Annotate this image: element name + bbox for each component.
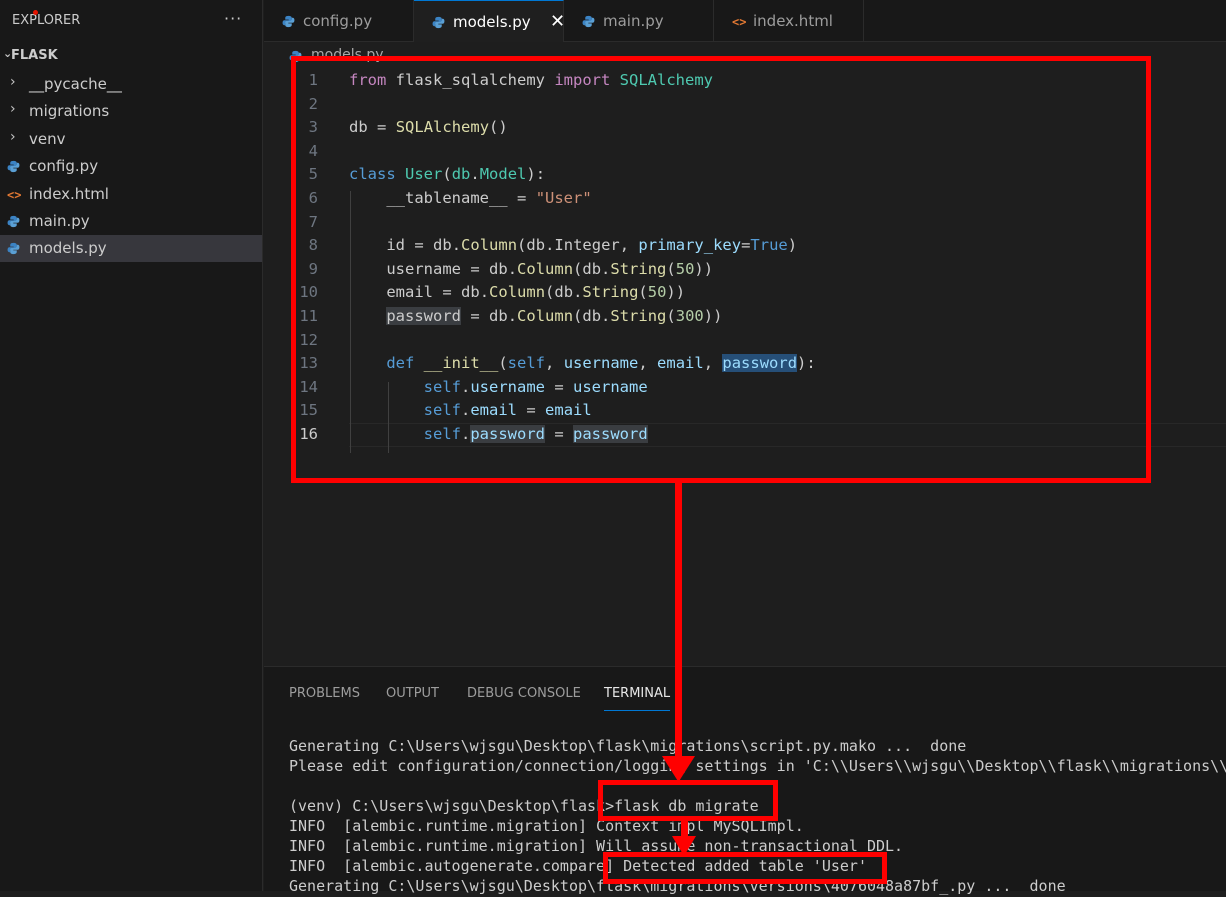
tree-item-label: models.py — [29, 239, 107, 258]
close-icon[interactable]: ✕ — [550, 11, 565, 32]
tree-item-label: migrations — [29, 102, 110, 121]
python-file-icon — [282, 14, 295, 32]
folder-root-flask[interactable]: ⌄ FLASK — [0, 46, 262, 68]
tree-item-label: main.py — [29, 212, 90, 230]
annotation-box-detected — [603, 852, 887, 884]
tab-models-py[interactable]: models.py ✕ — [414, 0, 565, 42]
python-file-icon — [7, 241, 20, 259]
terminal-tab-underline — [604, 710, 670, 711]
tab-config-py[interactable]: config.py — [264, 0, 414, 42]
folder-root-label: FLASK — [11, 48, 58, 63]
tree-item-label: config.py — [29, 157, 99, 176]
explorer-sidebar: EXPLORER ··· ⌄ FLASK › __pycache__ › migrat… — [0, 0, 263, 891]
tab-label: config.py — [303, 12, 373, 30]
terminal-line: Generating C:\Users\wjsgu\Desktop\flask\… — [289, 737, 967, 755]
annotation-arrow-shaft — [675, 482, 682, 765]
tree-item-label: __pycache__ — [29, 75, 122, 93]
tab-index-html[interactable]: <> index.html — [714, 0, 864, 42]
panel-tab-debug-console[interactable]: DEBUG CONSOLE — [467, 686, 581, 701]
annotation-box-code — [291, 56, 1151, 483]
tree-item-label: venv — [29, 129, 66, 148]
tab-label: models.py — [453, 13, 531, 31]
annotation-box-command — [598, 780, 778, 821]
more-actions-icon[interactable]: ··· — [224, 9, 242, 28]
python-file-icon — [432, 15, 445, 33]
chevron-right-icon: › — [10, 101, 16, 118]
python-file-icon — [582, 14, 595, 32]
panel-tab-terminal[interactable]: TERMINAL — [604, 686, 670, 701]
tree-item-migrations[interactable]: › migrations — [0, 98, 262, 125]
notification-dot — [33, 10, 38, 15]
html-file-icon: <> — [7, 187, 22, 202]
annotation-arrow-head — [662, 756, 695, 782]
tree-item-models-py[interactable]: models.py — [0, 235, 262, 263]
editor-tabs: config.py models.py ✕ main.py <> index.html — [264, 0, 1226, 42]
explorer-title: EXPLORER — [12, 13, 81, 28]
python-file-icon — [7, 214, 20, 232]
tree-item-config-py[interactable]: config.py — [0, 153, 262, 180]
terminal-line: Please edit configuration/connection/log… — [289, 757, 1226, 775]
tree-item-label: index.html — [29, 184, 109, 203]
panel-tab-output[interactable]: OUTPUT — [386, 686, 439, 701]
tree-item-pycache[interactable]: › __pycache__ — [0, 71, 262, 98]
panel-tab-problems[interactable]: PROBLEMS — [289, 686, 360, 701]
tree-item-venv[interactable]: › venv — [0, 126, 262, 153]
tab-main-py[interactable]: main.py — [564, 0, 714, 42]
chevron-right-icon: › — [10, 128, 16, 145]
tree-item-index-html[interactable]: <> index.html — [0, 181, 262, 208]
python-file-icon — [7, 159, 20, 177]
tree-item-main-py[interactable]: main.py — [0, 208, 262, 235]
chevron-right-icon: › — [10, 74, 16, 90]
tab-label: main.py — [603, 12, 664, 30]
html-file-icon: <> — [732, 15, 747, 29]
tab-label: index.html — [753, 12, 833, 30]
